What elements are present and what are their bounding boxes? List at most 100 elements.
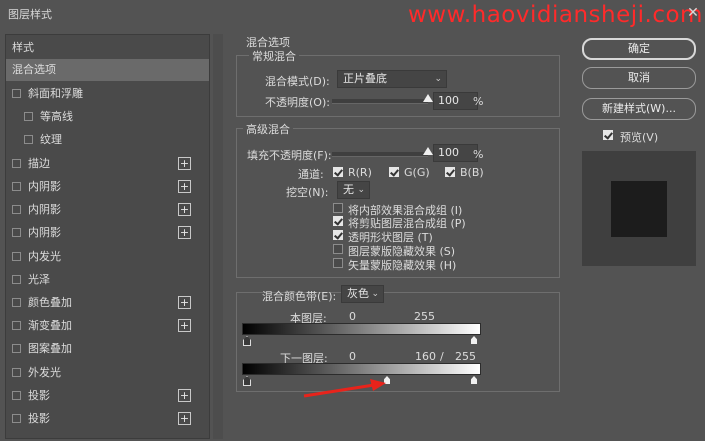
knockout-value: 无 bbox=[343, 183, 354, 196]
style-list-item[interactable]: 内发光 bbox=[6, 246, 209, 268]
add-style-plus-icon[interactable]: + bbox=[178, 296, 191, 309]
style-checkbox[interactable] bbox=[12, 182, 21, 191]
chevron-down-icon: ⌄ bbox=[357, 185, 365, 195]
general-blending-legend: 常规混合 bbox=[249, 48, 299, 64]
channel-b-label: B(B) bbox=[460, 166, 484, 179]
advanced-option-checkbox[interactable] bbox=[333, 216, 343, 226]
style-checkbox[interactable] bbox=[24, 135, 33, 144]
style-list-item[interactable]: 光泽 bbox=[6, 269, 209, 291]
style-list-item[interactable]: 内阴影 + bbox=[6, 199, 209, 221]
add-style-plus-icon[interactable]: + bbox=[178, 319, 191, 332]
this-layer-right-value: 255 bbox=[414, 310, 435, 323]
blend-mode-select[interactable]: 正片叠底 ⌄ bbox=[337, 70, 447, 88]
channels-label: 通道: bbox=[298, 168, 324, 181]
style-checkbox[interactable] bbox=[12, 275, 21, 284]
style-list-item[interactable]: 混合选项 bbox=[6, 59, 209, 81]
style-checkbox[interactable] bbox=[12, 89, 21, 98]
style-list-item[interactable]: 纹理 bbox=[6, 129, 209, 151]
style-list-item-label: 投影 bbox=[28, 389, 50, 402]
style-checkbox[interactable] bbox=[12, 414, 21, 423]
fill-opacity-percent: % bbox=[473, 148, 484, 161]
style-list-item-label: 样式 bbox=[12, 41, 34, 54]
under-layer-split-value: 160 bbox=[415, 350, 436, 363]
add-style-plus-icon[interactable]: + bbox=[178, 203, 191, 216]
style-list-item[interactable]: 投影 + bbox=[6, 385, 209, 407]
under-layer-left-value: 0 bbox=[349, 350, 356, 363]
style-list-item[interactable]: 样式 bbox=[6, 37, 209, 59]
advanced-option-checkbox[interactable] bbox=[333, 244, 343, 254]
opacity-input[interactable]: 100 bbox=[433, 92, 478, 110]
style-list-item[interactable]: 内阴影 + bbox=[6, 176, 209, 198]
add-style-plus-icon[interactable]: + bbox=[178, 389, 191, 402]
advanced-option-checkbox[interactable] bbox=[333, 258, 343, 268]
title-bar: 图层样式 www.haovidiansheji.com ✕ bbox=[0, 0, 705, 28]
advanced-option-label: 矢量蒙版隐藏效果 (H) bbox=[348, 259, 457, 272]
add-style-plus-icon[interactable]: + bbox=[178, 180, 191, 193]
blend-mode-value: 正片叠底 bbox=[343, 72, 387, 85]
style-list-item[interactable]: 等高线 bbox=[6, 106, 209, 128]
style-checkbox[interactable] bbox=[12, 298, 21, 307]
style-list-item-label: 描边 bbox=[28, 157, 50, 170]
style-list-item-label: 内阴影 bbox=[28, 226, 61, 239]
style-list-item[interactable]: 外发光 bbox=[6, 362, 209, 384]
style-list-item[interactable]: 图案叠加 bbox=[6, 338, 209, 360]
style-list-item[interactable]: 颜色叠加 + bbox=[6, 292, 209, 314]
channel-g-checkbox[interactable] bbox=[389, 167, 399, 177]
fill-opacity-slider-handle[interactable] bbox=[423, 147, 433, 155]
chevron-down-icon: ⌄ bbox=[434, 74, 442, 84]
advanced-blending-legend: 高级混合 bbox=[243, 121, 293, 137]
style-list-item[interactable]: 内阴影 + bbox=[6, 222, 209, 244]
this-layer-left-value: 0 bbox=[349, 310, 356, 323]
fill-opacity-slider[interactable] bbox=[332, 147, 433, 157]
styles-list-scrollbar[interactable] bbox=[213, 34, 223, 439]
style-list-item-label: 外发光 bbox=[28, 366, 61, 379]
fill-opacity-label: 填充不透明度(F): bbox=[247, 149, 332, 162]
opacity-label: 不透明度(O): bbox=[265, 96, 330, 109]
style-list-item-label: 颜色叠加 bbox=[28, 296, 72, 309]
style-checkbox[interactable] bbox=[12, 321, 21, 330]
ok-button[interactable]: 确定 bbox=[582, 38, 696, 60]
advanced-option-checkbox[interactable] bbox=[333, 203, 343, 213]
style-preview-swatch bbox=[611, 181, 667, 237]
blend-if-group bbox=[236, 292, 560, 392]
style-preview bbox=[582, 151, 696, 266]
style-checkbox[interactable] bbox=[12, 159, 21, 168]
style-checkbox[interactable] bbox=[24, 112, 33, 121]
this-layer-gradient bbox=[242, 323, 481, 335]
add-style-plus-icon[interactable]: + bbox=[178, 226, 191, 239]
add-style-plus-icon[interactable]: + bbox=[178, 412, 191, 425]
style-checkbox[interactable] bbox=[12, 252, 21, 261]
preview-checkbox[interactable] bbox=[603, 130, 613, 140]
new-style-button[interactable]: 新建样式(W)... bbox=[582, 98, 696, 120]
style-checkbox[interactable] bbox=[12, 205, 21, 214]
opacity-slider-handle[interactable] bbox=[423, 94, 433, 102]
style-checkbox[interactable] bbox=[12, 228, 21, 237]
opacity-slider[interactable] bbox=[332, 94, 433, 104]
add-style-plus-icon[interactable]: + bbox=[178, 157, 191, 170]
advanced-option-checkbox[interactable] bbox=[333, 230, 343, 240]
fill-opacity-input[interactable]: 100 bbox=[433, 144, 478, 162]
close-icon[interactable]: ✕ bbox=[684, 4, 702, 22]
styles-list: 样式混合选项斜面和浮雕 等高线 纹理描边 + 内阴影 + 内阴影 + 内阴影 + 内发光光泽颜色叠加… bbox=[5, 34, 210, 439]
style-list-item[interactable]: 斜面和浮雕 bbox=[6, 83, 209, 105]
knockout-select[interactable]: 无 ⌄ bbox=[337, 181, 370, 199]
style-list-item[interactable]: 投影 + bbox=[6, 408, 209, 430]
style-list-item-label: 内阴影 bbox=[28, 203, 61, 216]
blend-if-select[interactable]: 灰色 ⌄ bbox=[341, 285, 384, 303]
style-list-item[interactable]: 描边 + bbox=[6, 153, 209, 175]
style-list-item-label: 投影 bbox=[28, 412, 50, 425]
style-checkbox[interactable] bbox=[12, 344, 21, 353]
style-checkbox[interactable] bbox=[12, 391, 21, 400]
style-list-item-label: 内阴影 bbox=[28, 180, 61, 193]
style-list-item-label: 内发光 bbox=[28, 250, 61, 263]
channel-g-label: G(G) bbox=[404, 166, 430, 179]
style-list-item[interactable]: 渐变叠加 + bbox=[6, 315, 209, 337]
cancel-button[interactable]: 取消 bbox=[582, 67, 696, 89]
style-list-item-label: 混合选项 bbox=[12, 63, 56, 76]
channel-r-checkbox[interactable] bbox=[333, 167, 343, 177]
under-layer-gradient bbox=[242, 363, 481, 375]
style-list-item-label: 光泽 bbox=[28, 273, 50, 286]
style-checkbox[interactable] bbox=[12, 368, 21, 377]
channel-b-checkbox[interactable] bbox=[445, 167, 455, 177]
preview-label: 预览(V) bbox=[620, 131, 659, 144]
